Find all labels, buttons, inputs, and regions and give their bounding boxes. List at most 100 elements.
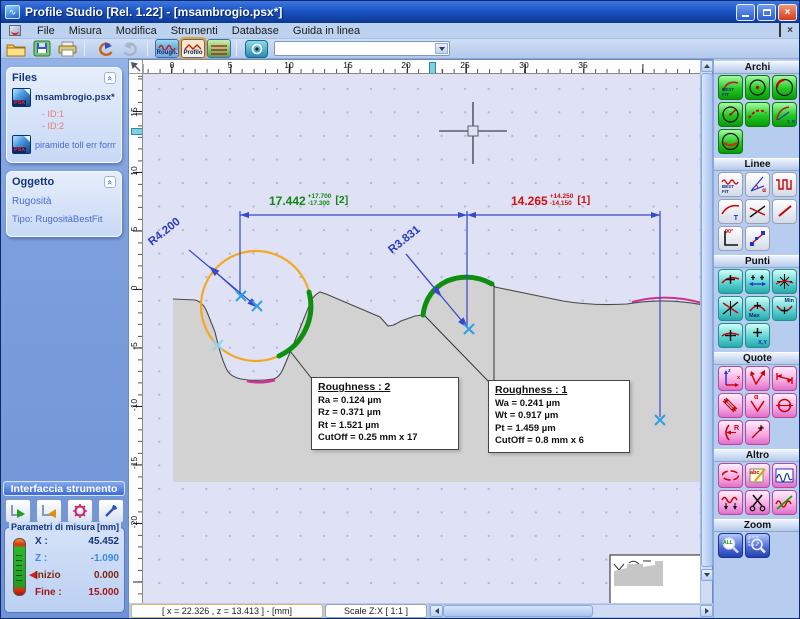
point-on-profile-button[interactable]: [718, 323, 743, 348]
dim-axes-button[interactable]: z x: [718, 366, 743, 391]
roughness-view-button[interactable]: Rough.: [155, 39, 179, 58]
vruler-label: -15: [129, 454, 139, 472]
tool-settings-button[interactable]: [67, 499, 93, 523]
file-item-piramide[interactable]: PSX piramide toll err form..: [12, 135, 116, 154]
dim-angle-button[interactable]: [745, 366, 770, 391]
vruler-label: 5: [129, 220, 139, 238]
chevron-up-icon: [704, 64, 710, 68]
dim-radius-button[interactable]: R: [718, 420, 743, 445]
file-item-msambrogio[interactable]: PSX msambrogio.psx*: [12, 88, 116, 107]
profile-view-label: Profilo: [182, 50, 204, 57]
scroll-left-button[interactable]: [430, 605, 443, 617]
arc-bestfit-button[interactable]: BEST FIT: [718, 75, 743, 100]
profile-select-combobox[interactable]: [274, 41, 450, 56]
cut-tool-button[interactable]: [745, 490, 770, 515]
dim-distance-button[interactable]: [718, 393, 743, 418]
file-tree-id2[interactable]: - ID:2: [42, 121, 116, 131]
point-intersection-button[interactable]: [718, 296, 743, 321]
vertical-scroll-thumb[interactable]: [701, 73, 713, 567]
menu-database[interactable]: Database: [225, 24, 286, 38]
corner-green-arrow-icon: [9, 503, 27, 519]
toolbar-separator: [84, 41, 85, 56]
undo-button[interactable]: [93, 40, 116, 58]
restore-button[interactable]: [757, 4, 776, 21]
child-close-button[interactable]: ×: [787, 26, 793, 36]
menu-misura[interactable]: Misura: [62, 24, 109, 38]
measure-start-button[interactable]: [5, 499, 31, 523]
line-angle-button[interactable]: α: [745, 172, 770, 197]
arc-r-alpha-button[interactable]: r, α: [772, 102, 797, 127]
roughness-box-1[interactable]: Roughness : 1 Wa = 0.241 µm Wt = 0.917 µ…: [488, 380, 630, 453]
menu-modifica[interactable]: Modifica: [109, 24, 164, 38]
vruler-label: -10: [129, 396, 139, 414]
menu-guida[interactable]: Guida in linea: [286, 24, 367, 38]
redo-button[interactable]: [119, 40, 142, 58]
note-tool-button[interactable]: abc: [745, 463, 770, 488]
zoom-area-button[interactable]: [745, 533, 770, 558]
line-grooves-button[interactable]: [772, 172, 797, 197]
hruler-label: 30: [517, 60, 531, 70]
arc-circle-button[interactable]: [772, 75, 797, 100]
section-linee: Linee: [714, 158, 800, 171]
save-button[interactable]: [30, 40, 53, 58]
profile-graph-button[interactable]: [772, 463, 797, 488]
file-tree-id1[interactable]: - ID:1: [42, 109, 116, 119]
line-segment-button[interactable]: [772, 199, 797, 224]
point-min-button[interactable]: Min: [772, 296, 797, 321]
profile-line-button[interactable]: [772, 490, 797, 515]
chevron-down-icon: [439, 47, 445, 51]
measure-return-button[interactable]: [36, 499, 62, 523]
dim-diameter-button[interactable]: [772, 393, 797, 418]
zoom-all-button[interactable]: ALL: [718, 533, 743, 558]
profile-canvas[interactable]: 17.442 +17.700-17.300 [2] 14.265 +14.250…: [143, 74, 702, 603]
combo-dropdown-button[interactable]: [435, 43, 448, 54]
scroll-down-button[interactable]: [701, 569, 713, 581]
point-distance-button[interactable]: [745, 269, 770, 294]
toolbar-separator: [236, 41, 237, 56]
arc-center-button[interactable]: [745, 75, 770, 100]
line-intersect-button[interactable]: [745, 199, 770, 224]
line-bestfit-button[interactable]: BEST FIT: [718, 172, 743, 197]
instrument-interface-header: Interfaccia strumento: [3, 481, 125, 496]
open-button[interactable]: [4, 40, 27, 58]
point-single-button[interactable]: [772, 269, 797, 294]
print-button[interactable]: [56, 40, 79, 58]
point-xy-button[interactable]: X,Y: [745, 323, 770, 348]
z-value: -1.090: [91, 553, 119, 564]
child-restore-button[interactable]: [779, 26, 781, 36]
arc-radius-button[interactable]: [718, 102, 743, 127]
ellipse-tool-button[interactable]: [718, 463, 743, 488]
horizontal-scroll-thumb[interactable]: [443, 605, 593, 617]
arc-points-button[interactable]: [745, 102, 770, 127]
wrench-icon: [102, 503, 120, 519]
dim-alpha-button[interactable]: α: [745, 393, 770, 418]
profile-view-button[interactable]: Profilo: [181, 39, 205, 58]
x-value: 45.452: [88, 536, 119, 547]
wave-markers-button[interactable]: [718, 490, 743, 515]
menu-strumenti[interactable]: Strumenti: [164, 24, 225, 38]
roughness1-wt: Wt = 0.917 µm: [495, 410, 623, 423]
close-button[interactable]: ×: [778, 4, 797, 21]
minimize-button[interactable]: [736, 4, 755, 21]
line-two-points-button[interactable]: [745, 226, 770, 251]
snapshot-button[interactable]: [245, 40, 268, 58]
wrench-button[interactable]: [98, 499, 124, 523]
point-on-curve-button[interactable]: [718, 269, 743, 294]
line-perpendicular-button[interactable]: 90°: [718, 226, 743, 251]
roughness-box-2[interactable]: Roughness : 2 Ra = 0.124 µm Rz = 0.371 µ…: [311, 377, 459, 450]
horizontal-scrollbar[interactable]: [429, 604, 714, 618]
hruler-label: 20: [399, 60, 413, 70]
files-collapse-button[interactable]: »: [104, 72, 116, 84]
dim-point-button[interactable]: [745, 420, 770, 445]
report-view-button[interactable]: [207, 39, 231, 58]
line-tangent-button[interactable]: T: [718, 199, 743, 224]
vertical-scrollbar[interactable]: [700, 60, 712, 603]
ruler-corner[interactable]: [129, 60, 143, 74]
dim-horizontal-button[interactable]: [772, 366, 797, 391]
scroll-right-button[interactable]: [700, 605, 713, 617]
arc-half-button[interactable]: [718, 129, 743, 154]
oggetto-collapse-button[interactable]: »: [104, 176, 116, 188]
menu-file[interactable]: File: [30, 24, 62, 38]
scroll-up-button[interactable]: [701, 60, 713, 72]
point-max-button[interactable]: Max: [745, 296, 770, 321]
